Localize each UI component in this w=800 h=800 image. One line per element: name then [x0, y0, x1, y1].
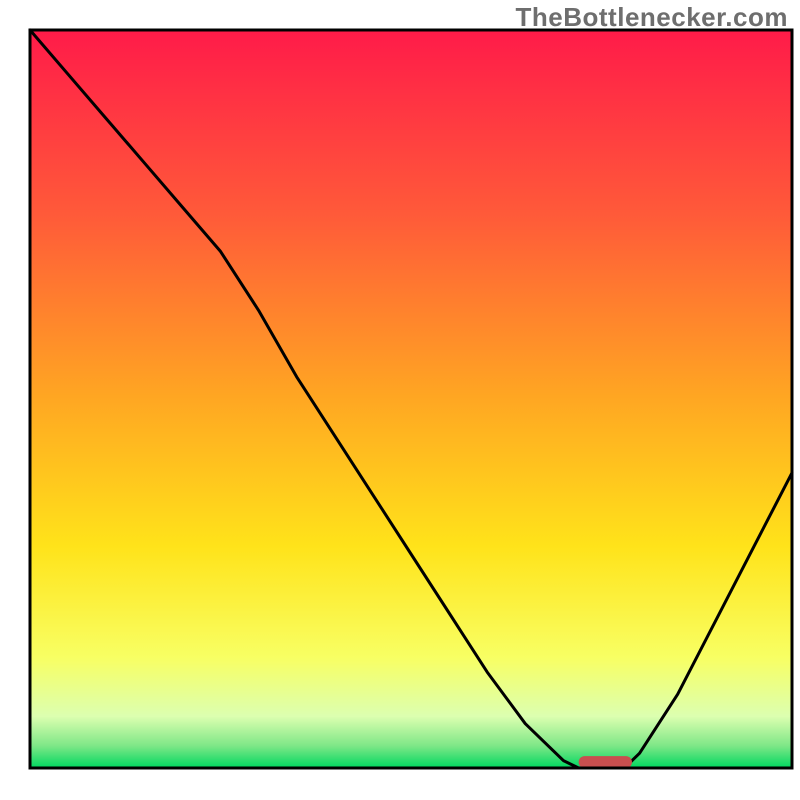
- bottleneck-chart: [0, 0, 800, 800]
- plot-background: [30, 30, 792, 768]
- chart-container: TheBottlenecker.com: [0, 0, 800, 800]
- watermark-text: TheBottlenecker.com: [516, 2, 788, 33]
- optimal-range-marker: [579, 756, 632, 768]
